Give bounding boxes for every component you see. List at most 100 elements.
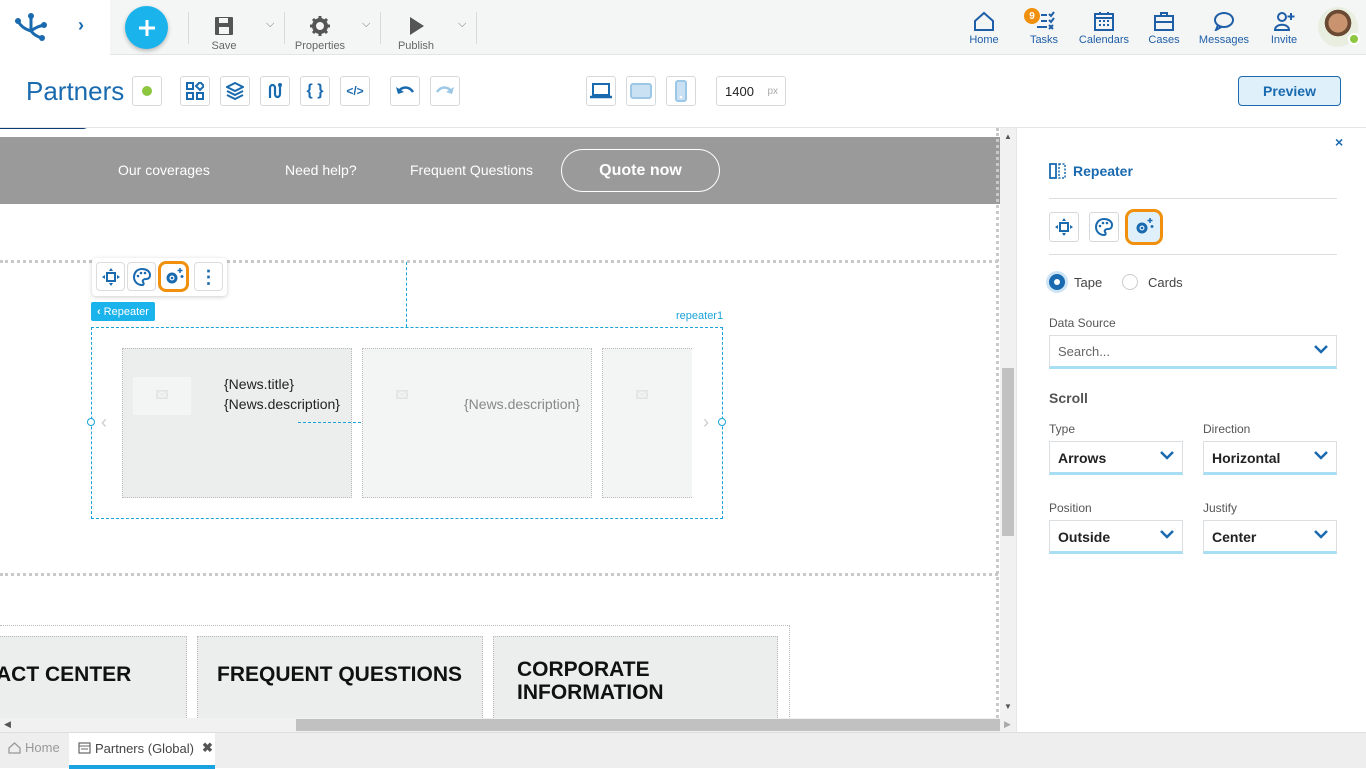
flow-icon xyxy=(268,83,282,99)
type-label: Type xyxy=(1049,422,1076,436)
nav-cases[interactable]: Cases xyxy=(1146,8,1182,46)
radio-cards-label: Cards xyxy=(1148,275,1183,290)
scroll-heading: Scroll xyxy=(1049,390,1088,406)
save-button[interactable]: Save xyxy=(205,6,243,52)
invite-icon xyxy=(1273,12,1295,31)
tablet-icon xyxy=(630,83,652,99)
app-logo-icon[interactable] xyxy=(14,11,48,41)
nav-invite[interactable]: Invite xyxy=(1266,8,1302,46)
chevron-down-icon xyxy=(1160,451,1174,460)
flow-button[interactable] xyxy=(260,76,290,106)
design-canvas[interactable]: Our coverages Need help? Frequent Questi… xyxy=(0,128,1000,718)
tab-advanced[interactable] xyxy=(1125,209,1163,245)
scroll-left-arrow-icon[interactable]: ‹ xyxy=(101,412,107,433)
redo-button[interactable] xyxy=(430,76,460,106)
repeater-breadcrumb-tag[interactable]: ‹ Repeater xyxy=(91,302,155,321)
element-toolbar: ⋮ xyxy=(92,258,227,296)
style-button[interactable] xyxy=(127,262,156,291)
radio-cards[interactable] xyxy=(1122,274,1138,290)
scroll-right-arrow-icon[interactable]: › xyxy=(703,412,709,433)
section-border xyxy=(0,573,998,576)
close-tab-icon[interactable]: ✖ xyxy=(202,740,213,756)
radio-tape[interactable] xyxy=(1049,274,1065,290)
advanced-settings-button[interactable] xyxy=(158,261,189,292)
code-button[interactable]: </> xyxy=(340,76,370,106)
publish-button[interactable]: Publish xyxy=(396,6,436,52)
logo-area: › xyxy=(0,0,110,55)
components-icon xyxy=(186,82,204,100)
tab-partners[interactable]: Partners (Global) ✖ xyxy=(69,733,215,769)
horizontal-scrollbar[interactable]: ◀ xyxy=(0,718,1000,732)
components-button[interactable] xyxy=(180,76,210,106)
vertical-scrollbar[interactable]: ▲ ▼ xyxy=(1000,128,1016,718)
image-placeholder-icon: 🖾 xyxy=(613,377,671,415)
tab-layout[interactable] xyxy=(1049,212,1079,242)
publish-dropdown-icon[interactable]: ⌵ xyxy=(458,18,466,31)
expand-chevron-icon[interactable]: › xyxy=(78,15,84,36)
undo-button[interactable] xyxy=(390,76,420,106)
chevron-down-icon xyxy=(1314,345,1328,354)
data-source-select[interactable]: Search... xyxy=(1049,335,1337,369)
status-button[interactable] xyxy=(132,76,162,106)
site-nav-link[interactable]: Our coverages xyxy=(118,162,210,178)
status-dot-icon xyxy=(142,86,152,96)
repeater-icon xyxy=(1049,163,1066,179)
divider xyxy=(188,12,189,44)
scroll-up-arrow-icon[interactable]: ▲ xyxy=(1004,132,1012,141)
scroll-type-select[interactable]: Arrows xyxy=(1049,441,1183,475)
gear-sparkle-icon xyxy=(166,267,183,283)
quote-now-button[interactable]: Quote now xyxy=(561,149,720,192)
nav-home[interactable]: Home xyxy=(966,8,1002,46)
calendar-icon xyxy=(1094,12,1114,31)
scroll-justify-select[interactable]: Center xyxy=(1203,520,1337,554)
gear-sparkle-icon xyxy=(1136,218,1154,234)
radio-tape-label: Tape xyxy=(1074,275,1103,290)
save-dropdown-icon[interactable]: ⌵ xyxy=(266,18,274,31)
properties-dropdown-icon[interactable]: ⌵ xyxy=(362,18,370,31)
card-description-field[interactable]: {News.description} xyxy=(464,396,580,412)
canvas-width-input[interactable]: 1400 px xyxy=(716,76,786,106)
divider xyxy=(380,12,381,44)
layers-button[interactable] xyxy=(220,76,250,106)
undo-icon xyxy=(396,86,415,94)
tab-home[interactable]: Home xyxy=(8,740,60,755)
horizontal-scroll-thumb[interactable] xyxy=(296,719,1000,731)
preview-button[interactable]: Preview xyxy=(1238,76,1341,106)
close-panel-icon[interactable]: × xyxy=(1335,134,1343,150)
resize-handle-right[interactable] xyxy=(718,418,726,426)
repeater-card[interactable]: 🖾 {News.description} xyxy=(362,348,592,498)
scroll-left-icon[interactable]: ◀ xyxy=(4,719,11,730)
laptop-icon xyxy=(590,83,612,99)
resize-handle-left[interactable] xyxy=(87,418,95,426)
card-title-field[interactable]: {News.title} xyxy=(224,376,294,392)
add-button[interactable] xyxy=(125,6,168,49)
divider xyxy=(1049,198,1337,199)
scroll-direction-select[interactable]: Horizontal xyxy=(1203,441,1337,475)
properties-button[interactable]: Properties xyxy=(292,6,348,52)
move-button[interactable] xyxy=(96,262,125,291)
scroll-down-arrow-icon[interactable]: ▼ xyxy=(1004,702,1012,711)
more-options-button[interactable]: ⋮ xyxy=(194,262,223,291)
nav-messages[interactable]: Messages xyxy=(1196,8,1252,46)
desktop-view-button[interactable] xyxy=(586,76,616,106)
palette-icon xyxy=(132,267,151,286)
footer-card[interactable]: CORPORATE INFORMATION xyxy=(493,636,778,718)
data-source-label: Data Source xyxy=(1049,316,1116,330)
tablet-view-button[interactable] xyxy=(626,76,656,106)
site-nav-link[interactable]: Frequent Questions xyxy=(410,162,533,178)
footer-card[interactable]: ACT CENTER xyxy=(0,636,187,718)
site-nav-link[interactable]: Need help? xyxy=(285,162,357,178)
variables-button[interactable]: { } xyxy=(300,76,330,106)
repeater-card[interactable]: 🖾 {News.title} {News.description} xyxy=(122,348,352,498)
scroll-position-select[interactable]: Outside xyxy=(1049,520,1183,554)
vertical-scroll-thumb[interactable] xyxy=(1002,368,1014,536)
tab-style[interactable] xyxy=(1089,212,1119,242)
scroll-right-icon[interactable]: ▶ xyxy=(1000,718,1016,732)
canvas-edge xyxy=(996,128,999,718)
repeater-card[interactable]: 🖾 xyxy=(602,348,692,498)
card-description-field[interactable]: {News.description} xyxy=(224,396,340,412)
nav-calendars[interactable]: Calendars xyxy=(1078,8,1130,46)
briefcase-icon xyxy=(1154,12,1174,31)
footer-card[interactable]: FREQUENT QUESTIONS xyxy=(197,636,483,718)
mobile-view-button[interactable] xyxy=(666,76,696,106)
